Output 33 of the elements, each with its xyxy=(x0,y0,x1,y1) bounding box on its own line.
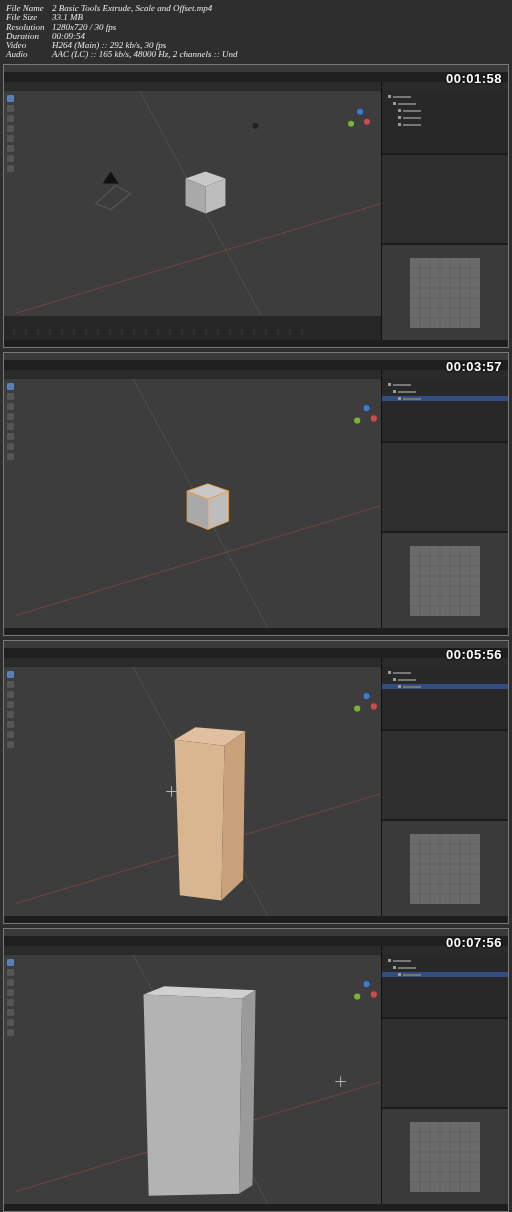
info-value: 2 Basic Tools Extrude, Scale and Offset.mp4 xyxy=(52,4,213,14)
info-label: File Size xyxy=(6,13,39,23)
info-label: File Name xyxy=(6,4,44,14)
info-value: H264 (Main) :: 292 kb/s, 30 fps xyxy=(52,41,167,51)
info-value: AAC (LC) :: 165 kb/s, 48000 Hz, 2 channels :: Und xyxy=(52,50,238,60)
info-label: Video xyxy=(6,41,28,51)
uv-grid-drawing xyxy=(410,545,480,616)
light-icon xyxy=(252,122,259,129)
uv-grid-drawing xyxy=(410,1121,480,1192)
cursor-icon xyxy=(335,1075,347,1088)
cursor-icon xyxy=(165,785,178,798)
camera-drawing xyxy=(94,171,132,211)
timestamp: 00:03:57 xyxy=(445,359,502,374)
axis-gizmo-icon xyxy=(354,404,377,424)
cube-drawing xyxy=(185,171,226,214)
info-label: Resolution xyxy=(6,22,44,32)
axis-gizmo-icon xyxy=(354,692,377,712)
timestamp: 00:07:56 xyxy=(445,935,502,950)
info-value: 1280x720 / 30 fps xyxy=(52,22,117,32)
info-value: 00:09:54 xyxy=(52,31,85,42)
axis-gizmo-icon xyxy=(354,980,377,1000)
info-label: Audio xyxy=(6,50,29,60)
outliner-row[interactable] xyxy=(382,972,508,977)
outliner-row[interactable] xyxy=(382,684,508,689)
uv-grid-drawing xyxy=(410,257,480,328)
info-value: 33.1 MB xyxy=(52,13,83,23)
axis-gizmo-icon xyxy=(348,108,371,127)
timestamp: 00:01:58 xyxy=(445,71,502,86)
timestamp: 00:05:56 xyxy=(445,647,502,662)
outliner-row[interactable] xyxy=(382,396,508,401)
cube-drawing xyxy=(186,483,229,530)
uv-grid-drawing xyxy=(410,833,480,904)
info-label: Duration xyxy=(6,31,40,42)
